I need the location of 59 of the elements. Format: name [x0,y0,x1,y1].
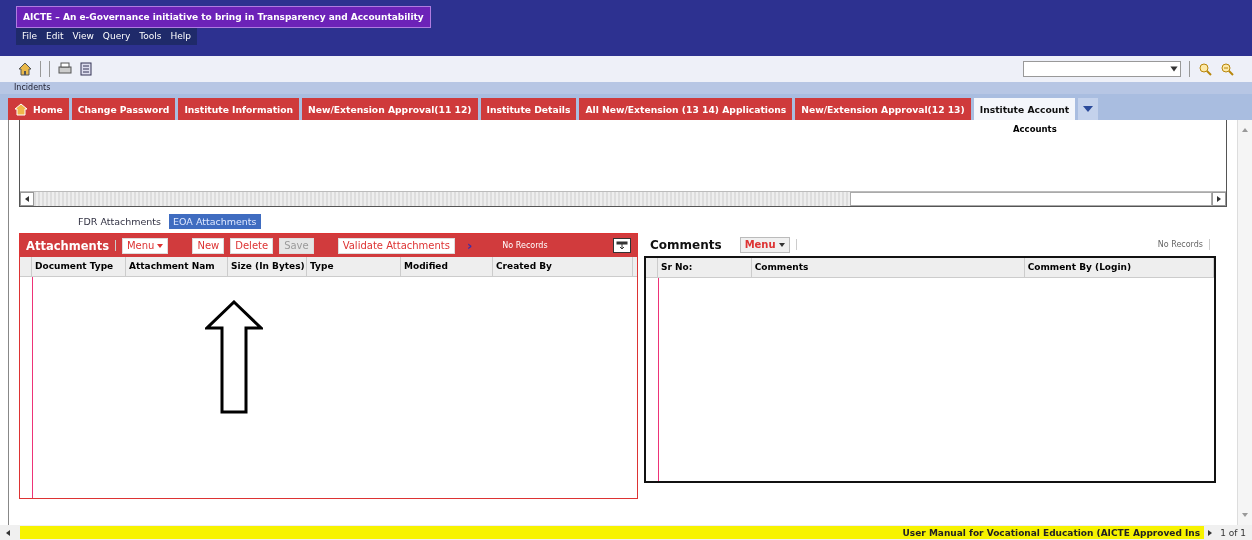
column-header[interactable]: Size (In Bytes) [228,257,307,276]
search-icon[interactable] [1198,62,1212,76]
menu-item[interactable]: View [72,31,94,41]
menu-item[interactable]: File [22,31,38,41]
page-indicator: 1 of 1 [1219,527,1247,538]
zoom-icon[interactable] [1220,62,1234,76]
column-header[interactable]: Modified [401,257,493,276]
caret-icon [778,242,785,247]
menu-item[interactable]: Tools [139,31,162,41]
column-header[interactable]: Comments [751,258,1025,277]
sub-tab[interactable]: EOA Attachments [169,213,261,229]
panel-title: Comments [650,237,722,252]
menu-button[interactable]: Menu [739,236,790,253]
tab-menu-button[interactable] [1078,98,1099,120]
vertical-scrollbar[interactable] [1237,120,1252,525]
nav-tab[interactable]: Home [8,98,69,120]
panel-title: Attachments [26,238,109,253]
column-header[interactable]: Created By [493,257,633,276]
scroll-down-icon[interactable] [1242,513,1248,517]
nav-tab[interactable]: Institute Account [973,98,1076,120]
column-header[interactable]: Comment By (Login) [1024,258,1214,277]
section-label: Accounts [1012,123,1058,136]
document-title: User Manual for Vocational Education (AICTE Approved Ins [902,527,1201,538]
toolbar-button[interactable]: Delete [230,237,274,254]
horizontal-scrollbar[interactable] [20,191,1226,206]
home-icon[interactable] [18,62,32,76]
record-count: No Records [1157,240,1203,249]
nav-tab[interactable]: All New/Extension (13 14) Applications [579,98,793,120]
menu-item[interactable]: Query [102,31,131,41]
column-header[interactable]: Sr No: [657,258,752,277]
column-header[interactable]: Type [307,257,401,276]
save-layout-icon[interactable] [613,238,631,253]
menu-item[interactable]: Help [170,31,191,41]
printer-icon[interactable] [58,62,72,76]
scroll-up-icon[interactable] [1242,128,1248,132]
record-count: No Records [502,241,548,250]
nav-tab[interactable]: New/Extension Approval(11 12) [302,98,478,120]
up-arrow-icon [205,300,263,414]
menu-item[interactable]: Edit [46,31,64,41]
menu-button[interactable]: Menu [122,237,169,254]
nav-tab[interactable]: Institute Details [480,98,577,120]
breadcrumb: Incidents [0,82,1252,94]
search-field[interactable] [1023,61,1181,77]
next-page-icon[interactable] [1208,529,1213,536]
scroll-left-icon[interactable] [25,196,29,202]
document-icon[interactable] [80,62,92,76]
validate-button[interactable]: Validate Attachments [337,237,455,254]
nav-tab[interactable]: New/Extension Approval(12 13) [795,98,971,120]
toolbar-button[interactable]: New [192,237,225,254]
scroll-right-icon[interactable] [1217,196,1221,202]
window-title: AICTE – An e-Governance initiative to bring in Transparency and Accountability [16,6,431,28]
nav-tab[interactable]: Change Password [71,98,176,120]
caret-icon [1083,106,1094,112]
nav-tab[interactable]: Institute Information [178,98,300,120]
column-header[interactable]: Document Type [32,257,126,276]
scroll-left-icon[interactable] [6,529,10,536]
column-header[interactable]: Attachment Nam [126,257,228,276]
home-icon [14,102,28,116]
caret-icon [157,243,164,248]
